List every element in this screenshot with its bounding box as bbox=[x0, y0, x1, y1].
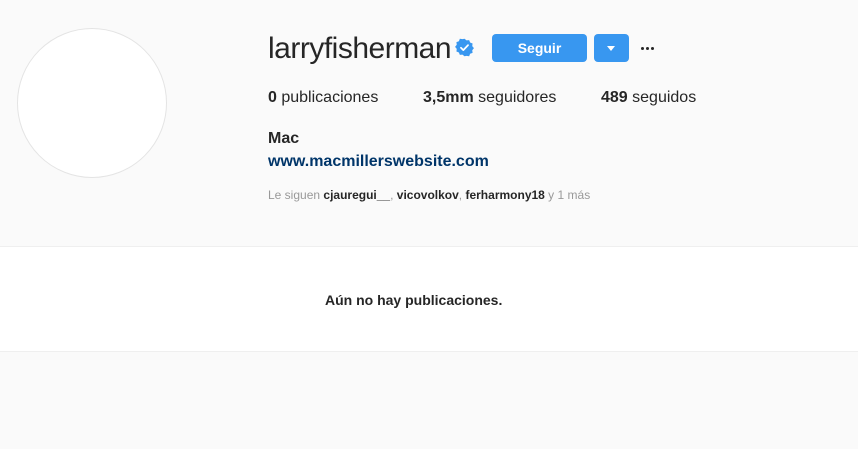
posts-count: 0 bbox=[268, 89, 277, 106]
follow-button[interactable]: Seguir bbox=[492, 34, 587, 62]
posts-area: Aún no hay publicaciones. bbox=[0, 246, 858, 352]
profile-avatar[interactable] bbox=[17, 28, 167, 178]
stat-posts: 0 publicaciones bbox=[268, 88, 378, 108]
followed-by-account[interactable]: vicovolkov bbox=[397, 188, 459, 202]
suggested-accounts-dropdown-button[interactable] bbox=[594, 34, 629, 62]
verified-badge-icon bbox=[455, 38, 474, 57]
profile-header: larryfisherman Seguir 0 publicaciones 3,… bbox=[0, 0, 858, 246]
followed-by-suffix: y 1 más bbox=[544, 188, 591, 202]
empty-posts-message: Aún no hay publicaciones. bbox=[325, 292, 503, 308]
followers-count: 3,5mm bbox=[423, 89, 474, 106]
followers-label: seguidores bbox=[478, 89, 557, 106]
followed-by-prefix: Le siguen bbox=[268, 188, 321, 202]
caret-down-icon bbox=[607, 46, 615, 51]
following-count: 489 bbox=[601, 89, 628, 106]
followed-by-text[interactable]: Le siguen cjauregui__, vicovolkov, ferha… bbox=[268, 188, 590, 202]
followed-by-account[interactable]: ferharmony18 bbox=[465, 188, 544, 202]
profile-website-link[interactable]: www.macmillerswebsite.com bbox=[268, 152, 489, 172]
stat-following[interactable]: 489 seguidos bbox=[601, 88, 696, 108]
stat-followers[interactable]: 3,5mm seguidores bbox=[423, 88, 556, 108]
more-options-icon[interactable] bbox=[639, 38, 657, 58]
followed-by-separator: , bbox=[390, 188, 397, 202]
following-label: seguidos bbox=[632, 89, 697, 106]
profile-full-name: Mac bbox=[268, 130, 300, 147]
posts-label: publicaciones bbox=[281, 89, 379, 106]
profile-username: larryfisherman bbox=[268, 32, 452, 65]
followed-by-account[interactable]: cjauregui__ bbox=[323, 188, 390, 202]
